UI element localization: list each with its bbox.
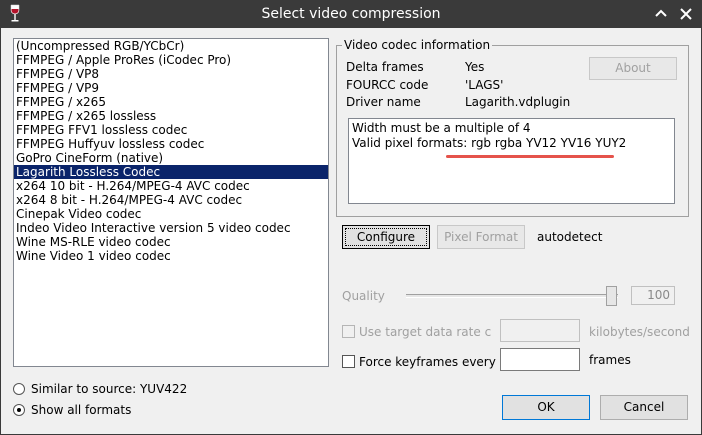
keyframes-unit: frames	[589, 353, 631, 367]
codec-list-item[interactable]: Indeo Video Interactive version 5 video …	[14, 221, 328, 235]
codec-list-item[interactable]: Wine MS-RLE video codec	[14, 235, 328, 249]
target-data-rate-checkbox[interactable]	[342, 325, 355, 338]
fourcc-value: 'LAGS'	[465, 78, 504, 92]
codec-note-width: Width must be a multiple of 4	[352, 121, 531, 135]
radio-all[interactable]	[13, 404, 25, 416]
pixel-format-button[interactable]: Pixel Format	[437, 225, 525, 249]
pixel-formats-highlight	[446, 155, 614, 158]
similar-format-radio[interactable]: Similar to source: YUV422	[13, 381, 187, 397]
quality-label: Quality	[342, 289, 385, 303]
driver-name-label: Driver name	[346, 95, 421, 109]
codec-notes: Width must be a multiple of 4 Valid pixe…	[348, 118, 675, 204]
codec-info-group-label: Video codec information	[342, 38, 493, 52]
quality-slider-track[interactable]	[406, 294, 618, 298]
all-formats-label: Show all formats	[31, 403, 132, 417]
close-icon[interactable]	[677, 5, 695, 23]
codec-list-item[interactable]: FFMPEG / x265	[14, 95, 328, 109]
all-formats-radio[interactable]: Show all formats	[13, 402, 131, 418]
codec-list-item[interactable]: x264 10 bit - H.264/MPEG-4 AVC codec	[14, 179, 328, 193]
title-bar: Select video compression	[0, 0, 702, 28]
force-keyframes-checkbox[interactable]	[342, 355, 355, 368]
window-title: Select video compression	[261, 6, 441, 22]
quality-slider-thumb[interactable]	[606, 286, 617, 306]
codec-list-item[interactable]: (Uncompressed RGB/YCbCr)	[14, 39, 328, 53]
force-keyframes-label: Force keyframes every	[359, 355, 496, 369]
target-data-rate-input[interactable]	[500, 319, 580, 342]
codec-list-item[interactable]: FFMPEG / VP9	[14, 81, 328, 95]
data-rate-unit: kilobytes/second	[589, 325, 690, 339]
codec-list-item[interactable]: FFMPEG / Apple ProRes (iCodec Pro)	[14, 53, 328, 67]
driver-name-value: Lagarith.vdplugin	[465, 95, 571, 109]
codec-list-item[interactable]: x264 8 bit - H.264/MPEG-4 AVC codec	[14, 193, 328, 207]
codec-list-item[interactable]: FFMPEG / VP8	[14, 67, 328, 81]
fourcc-label: FOURCC code	[346, 78, 429, 92]
caret-up-icon[interactable]	[652, 5, 670, 23]
codec-list-item[interactable]: FFMPEG / x265 lossless	[14, 109, 328, 123]
codec-list-item[interactable]: Cinepak Video codec	[14, 207, 328, 221]
quality-value: 100	[631, 286, 675, 305]
target-data-rate-label: Use target data rate c	[359, 325, 492, 339]
codec-note-pixel-formats: Valid pixel formats: rgb rgba YV12 YV16 …	[352, 136, 627, 150]
delta-frames-value: Yes	[465, 60, 485, 74]
codec-list-item[interactable]: Lagarith Lossless Codec	[14, 165, 328, 179]
configure-button[interactable]: Configure	[342, 225, 430, 249]
codec-list[interactable]: (Uncompressed RGB/YCbCr) FFMPEG / Apple P…	[13, 38, 329, 367]
codec-list-item[interactable]: Wine Video 1 video codec	[14, 249, 328, 263]
delta-frames-label: Delta frames	[346, 60, 424, 74]
radio-similar[interactable]	[13, 383, 25, 395]
pixel-format-status: autodetect	[537, 230, 603, 244]
ok-button[interactable]: OK	[502, 395, 590, 420]
codec-list-item[interactable]: FFMPEG Huffyuv lossless codec	[14, 137, 328, 151]
codec-list-item[interactable]: FFMPEG FFV1 lossless codec	[14, 123, 328, 137]
codec-list-item[interactable]: GoPro CineForm (native)	[14, 151, 328, 165]
keyframes-input[interactable]	[500, 348, 580, 371]
cancel-button[interactable]: Cancel	[600, 395, 688, 420]
similar-format-label: Similar to source: YUV422	[31, 382, 188, 396]
about-button[interactable]: About	[589, 57, 677, 80]
